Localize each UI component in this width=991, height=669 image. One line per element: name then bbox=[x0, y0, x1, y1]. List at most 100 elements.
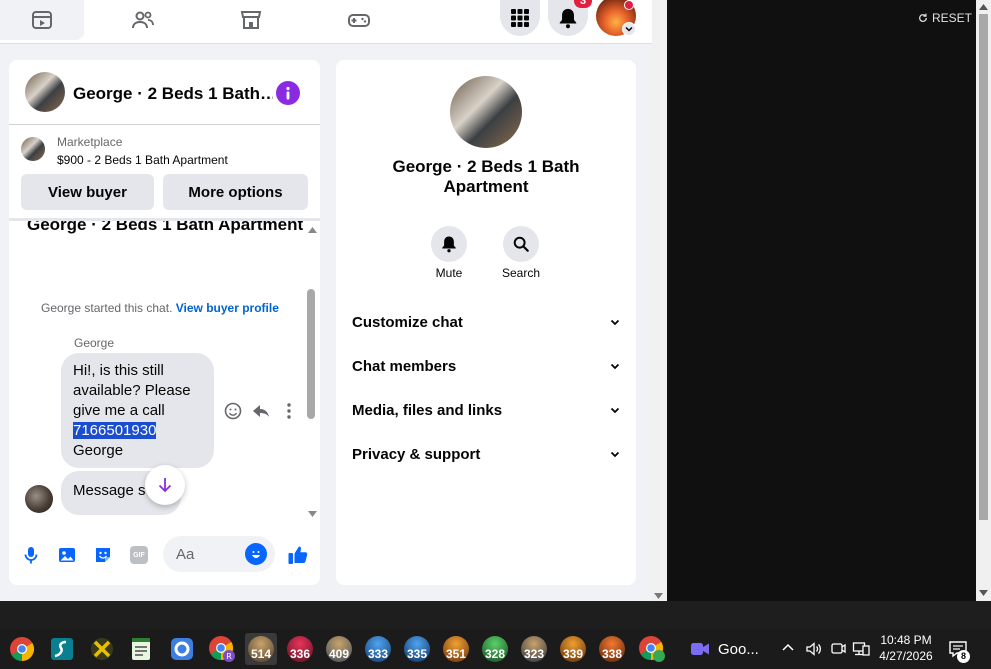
page-scroll-down-button[interactable] bbox=[654, 586, 663, 599]
info-avatar bbox=[450, 76, 522, 148]
chat-members-row[interactable]: Chat members bbox=[352, 344, 620, 388]
show-hidden-icons-button[interactable] bbox=[781, 641, 795, 655]
game-icon: 339 bbox=[560, 636, 586, 662]
game-taskbar-item-5[interactable]: 335 bbox=[401, 633, 433, 665]
message-bubble[interactable]: Hi!, is this still available? Please giv… bbox=[61, 353, 214, 468]
game-taskbar-item-1[interactable]: 514 bbox=[245, 633, 277, 665]
game-icon: 328 bbox=[482, 636, 508, 662]
chevron-down-icon bbox=[625, 26, 633, 32]
facebook-page-scrollbar[interactable] bbox=[652, 0, 667, 601]
scroll-to-bottom-button[interactable] bbox=[145, 465, 185, 505]
attach-photo-button[interactable] bbox=[57, 545, 77, 565]
avatar-red-dot bbox=[624, 0, 634, 10]
marketplace-icon bbox=[240, 11, 262, 29]
game-icon: 323 bbox=[521, 636, 547, 662]
privacy-support-row[interactable]: Privacy & support bbox=[352, 432, 620, 476]
camera-tray-button[interactable] bbox=[830, 640, 846, 658]
sender-avatar[interactable] bbox=[25, 485, 53, 513]
chevron-up-icon bbox=[782, 643, 794, 651]
message-list[interactable]: George · 2 Beds 1 Bath Apartment George … bbox=[9, 221, 305, 521]
emoji-icon bbox=[224, 402, 242, 420]
menu-button[interactable] bbox=[500, 0, 540, 36]
info-button[interactable] bbox=[276, 81, 300, 105]
search-button[interactable] bbox=[503, 226, 539, 262]
game-taskbar-item-7[interactable]: 328 bbox=[479, 633, 511, 665]
listing-source: Marketplace bbox=[57, 135, 123, 149]
game-taskbar-item-4[interactable]: 333 bbox=[362, 633, 394, 665]
chevron-down-icon bbox=[610, 407, 620, 413]
search-label: Search bbox=[501, 266, 541, 280]
facebook-window: 3 George · 2 Beds 1 Bath… Marketplace $9… bbox=[0, 0, 652, 601]
volume-button[interactable] bbox=[805, 640, 823, 658]
thumbs-up-icon bbox=[288, 546, 308, 564]
chat-scroll-thumb[interactable] bbox=[307, 289, 315, 419]
window-scroll-thumb[interactable] bbox=[979, 14, 988, 520]
nav-video-tab[interactable] bbox=[0, 0, 84, 40]
chevron-down-icon bbox=[610, 451, 620, 457]
scroll-down-arrow-icon[interactable] bbox=[979, 590, 988, 596]
notepad-taskbar-icon[interactable] bbox=[125, 633, 157, 665]
mute-button[interactable] bbox=[431, 226, 467, 262]
bell-icon bbox=[442, 236, 456, 253]
gif-button[interactable]: GIF bbox=[130, 546, 148, 564]
chat-title[interactable]: George · 2 Beds 1 Bath… bbox=[73, 84, 273, 104]
top-navigation: 3 bbox=[0, 0, 652, 44]
message-more-button[interactable] bbox=[281, 401, 297, 421]
game-taskbar-item-3[interactable]: 409 bbox=[323, 633, 355, 665]
google-meet-taskbar-item[interactable]: Goo... bbox=[690, 637, 759, 661]
voice-clip-button[interactable] bbox=[21, 545, 41, 565]
listing-avatar bbox=[25, 72, 65, 112]
scroll-down-arrow-icon[interactable] bbox=[308, 511, 317, 517]
x-app-icon bbox=[91, 638, 113, 660]
nav-marketplace-tab[interactable] bbox=[212, 0, 290, 40]
reset-button[interactable]: RESET bbox=[918, 11, 972, 25]
blue-app-taskbar-icon[interactable] bbox=[166, 633, 198, 665]
app-s-taskbar-icon[interactable] bbox=[46, 633, 78, 665]
customize-chat-row[interactable]: Customize chat bbox=[352, 300, 620, 344]
media-files-links-row[interactable]: Media, files and links bbox=[352, 388, 620, 432]
chrome-profile-taskbar-icon[interactable]: R bbox=[206, 633, 238, 665]
nav-friends-tab[interactable] bbox=[104, 0, 182, 40]
nav-gaming-tab[interactable] bbox=[320, 0, 398, 40]
friends-icon bbox=[132, 11, 154, 29]
network-button[interactable] bbox=[852, 640, 870, 658]
clock-date: 4/27/2026 bbox=[879, 649, 933, 663]
info-title: George · 2 Beds 1 Bath Apartment bbox=[392, 157, 580, 196]
window-scrollbar[interactable] bbox=[976, 0, 991, 601]
selected-phone-number[interactable]: 7166501930 bbox=[73, 422, 157, 439]
view-buyer-profile-link[interactable]: View buyer profile bbox=[176, 301, 279, 315]
chrome-taskbar-icon[interactable] bbox=[6, 633, 38, 665]
video-icon bbox=[32, 11, 52, 29]
chrome-icon bbox=[10, 637, 35, 661]
game-taskbar-item-8[interactable]: 323 bbox=[518, 633, 550, 665]
scroll-up-arrow-icon[interactable] bbox=[979, 4, 988, 10]
game-taskbar-item-10[interactable]: 338 bbox=[596, 633, 628, 665]
notification-count-badge: 8 bbox=[957, 650, 970, 663]
game-taskbar-item-6[interactable]: 351 bbox=[440, 633, 472, 665]
conversation-title: George · 2 Beds 1 Bath Apartment bbox=[27, 221, 304, 234]
notification-center-button[interactable]: 8 bbox=[948, 639, 970, 663]
clock[interactable]: 10:48 PM 4/27/2026 bbox=[876, 632, 936, 664]
game-taskbar-item-9[interactable]: 339 bbox=[557, 633, 589, 665]
chevron-down-icon bbox=[610, 319, 620, 325]
x-app-taskbar-icon[interactable] bbox=[86, 633, 118, 665]
listing-description[interactable]: $900 - 2 Beds 1 Bath Apartment bbox=[57, 153, 228, 167]
game-taskbar-item-2[interactable]: 336 bbox=[284, 633, 316, 665]
chrome-profile-icon bbox=[639, 636, 665, 662]
view-buyer-button[interactable]: View buyer bbox=[21, 174, 154, 210]
reply-button[interactable] bbox=[251, 401, 271, 421]
screen: 3 George · 2 Beds 1 Bath… Marketplace $9… bbox=[0, 0, 991, 669]
emoji-button[interactable] bbox=[245, 543, 267, 565]
account-dropdown-button[interactable] bbox=[622, 22, 636, 36]
like-button[interactable] bbox=[287, 544, 309, 566]
more-options-button[interactable]: More options bbox=[163, 174, 308, 210]
message-input[interactable]: Aa bbox=[163, 536, 275, 572]
react-button[interactable] bbox=[223, 401, 243, 421]
chat-panel: George · 2 Beds 1 Bath… Marketplace $900… bbox=[9, 60, 320, 585]
chrome-alt-taskbar-icon[interactable] bbox=[636, 633, 668, 665]
sticker-button[interactable] bbox=[93, 545, 113, 565]
notification-badge: 3 bbox=[574, 0, 592, 8]
chat-scrollbar[interactable] bbox=[305, 221, 320, 521]
search-icon bbox=[513, 236, 529, 252]
scroll-up-arrow-icon[interactable] bbox=[308, 227, 317, 233]
